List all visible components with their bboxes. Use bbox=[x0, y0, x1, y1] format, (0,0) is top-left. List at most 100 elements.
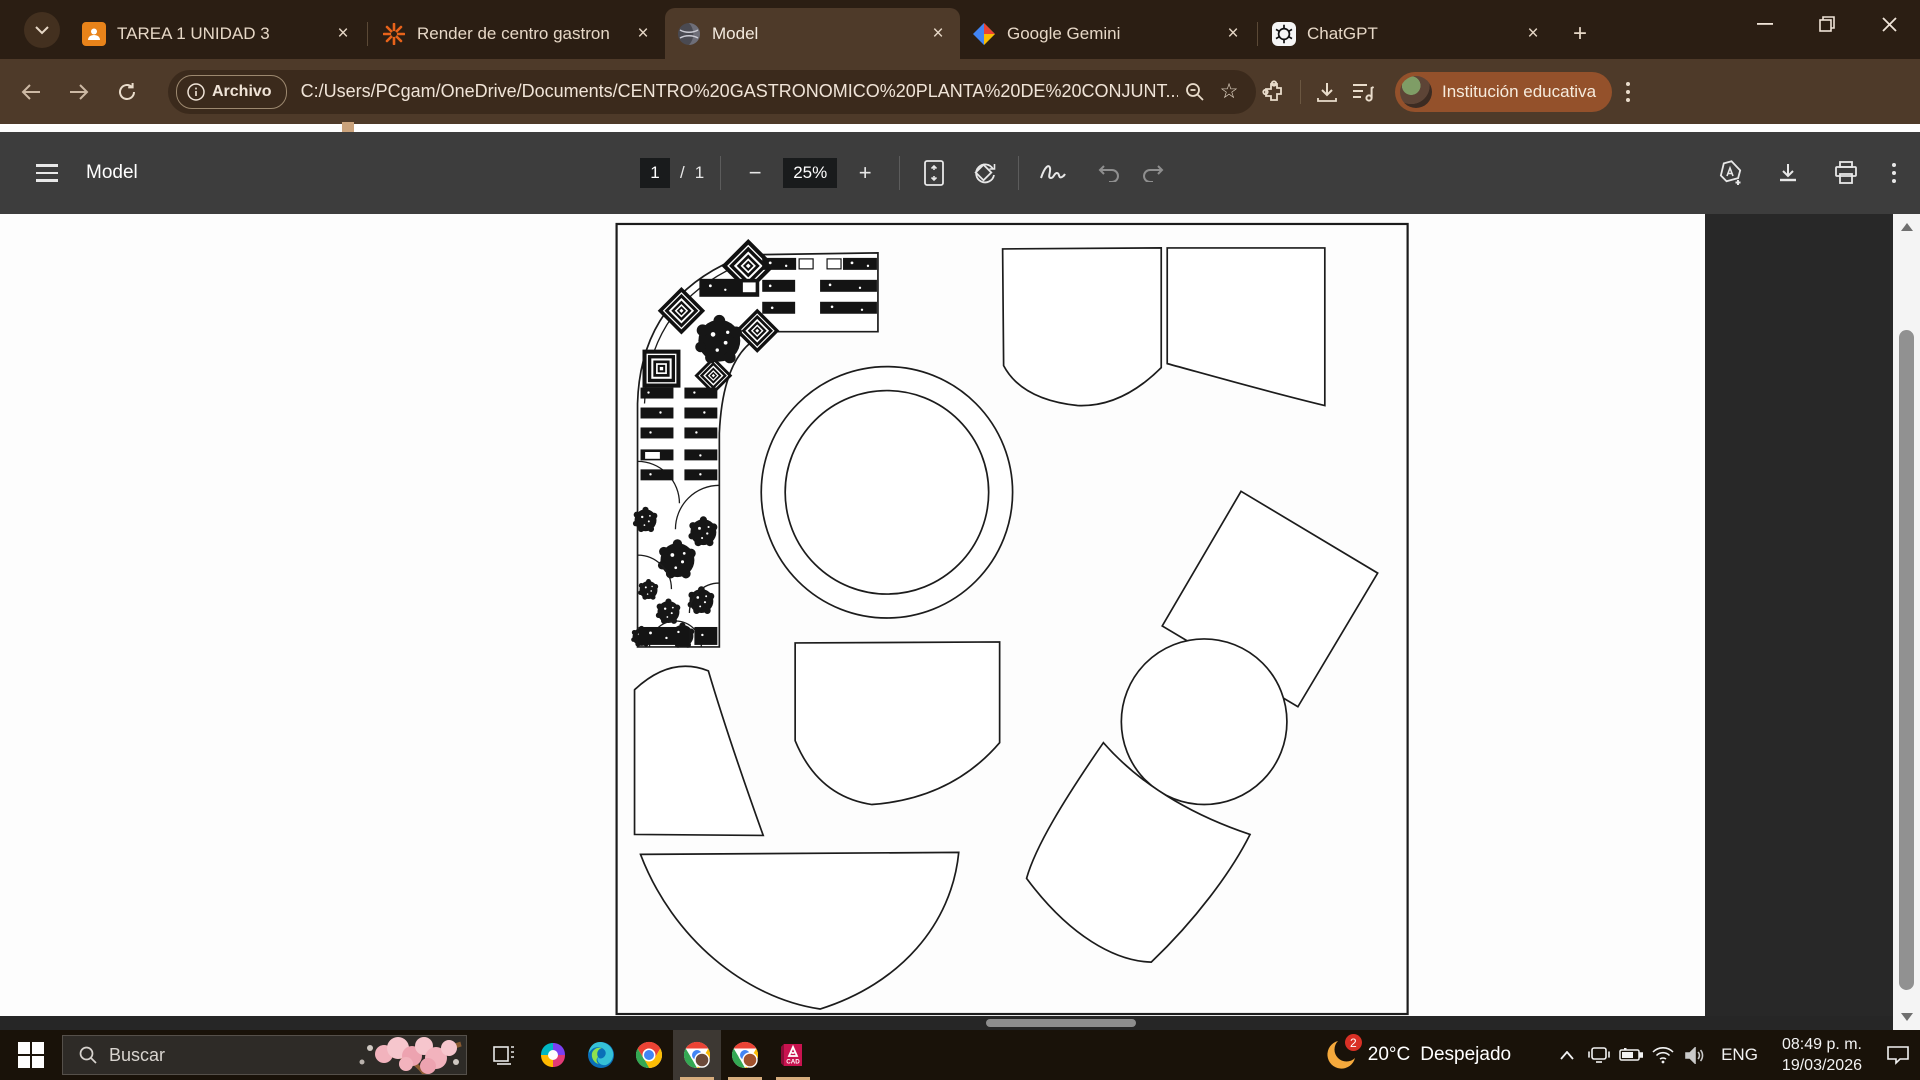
chip-label: Archivo bbox=[212, 83, 272, 101]
gemini-icon bbox=[972, 22, 996, 46]
tab-search-button[interactable] bbox=[24, 12, 60, 48]
sail-module bbox=[635, 666, 764, 835]
downloads-icon[interactable] bbox=[1309, 74, 1345, 110]
tab-tarea[interactable]: TAREA 1 UNIDAD 3 × bbox=[70, 13, 365, 55]
close-tab-icon[interactable]: × bbox=[631, 22, 655, 46]
chrome-icon[interactable] bbox=[625, 1030, 673, 1080]
close-tab-icon[interactable]: × bbox=[1521, 22, 1545, 46]
zoom-in-button[interactable]: + bbox=[847, 155, 883, 191]
autocad-icon[interactable]: CAD bbox=[769, 1030, 817, 1080]
close-tab-icon[interactable]: × bbox=[926, 22, 950, 46]
moon-icon: 2 bbox=[1324, 1038, 1358, 1072]
file-scheme-chip[interactable]: Archivo bbox=[176, 75, 287, 109]
circle-module bbox=[1121, 639, 1287, 805]
cast-screen-icon[interactable] bbox=[1583, 1030, 1615, 1080]
rotate-button[interactable] bbox=[966, 155, 1002, 191]
notification-center-icon[interactable] bbox=[1876, 1030, 1920, 1080]
tray-chevron-icon[interactable] bbox=[1551, 1030, 1583, 1080]
blossom-art bbox=[316, 1036, 466, 1075]
back-button[interactable] bbox=[14, 75, 48, 109]
browser-menu-icon[interactable] bbox=[1626, 82, 1630, 102]
print-button[interactable] bbox=[1828, 155, 1864, 191]
pdf-page[interactable] bbox=[0, 214, 1705, 1016]
volume-icon[interactable] bbox=[1679, 1030, 1711, 1080]
copilot-icon[interactable] bbox=[529, 1030, 577, 1080]
avatar bbox=[1400, 76, 1432, 108]
scroll-up-arrow[interactable] bbox=[1893, 214, 1920, 240]
weather-widget[interactable]: 2 20°C Despejado bbox=[1324, 1038, 1511, 1072]
tab-label: ChatGPT bbox=[1307, 24, 1521, 44]
reload-button[interactable] bbox=[110, 75, 144, 109]
vertical-scroll-thumb[interactable] bbox=[1899, 330, 1914, 990]
page-edge-mark bbox=[342, 122, 354, 132]
new-tab-button[interactable]: + bbox=[1563, 17, 1597, 51]
pdf-more-menu-icon[interactable] bbox=[1892, 163, 1896, 183]
battery-icon[interactable] bbox=[1615, 1030, 1647, 1080]
chatgpt-icon bbox=[1272, 22, 1296, 46]
profile-label: Institución educativa bbox=[1442, 82, 1596, 102]
cad-floor-plan bbox=[0, 214, 1705, 1016]
horizontal-scroll-thumb[interactable] bbox=[986, 1019, 1136, 1027]
address-bar[interactable]: Archivo C:/Users/PCgam/OneDrive/Document… bbox=[168, 70, 1256, 114]
close-tab-icon[interactable]: × bbox=[1221, 22, 1245, 46]
vertical-scrollbar[interactable] bbox=[1893, 214, 1920, 1030]
undo-button[interactable] bbox=[1091, 155, 1127, 191]
toolbar-divider bbox=[1300, 80, 1301, 104]
chrome-profile1-active[interactable] bbox=[673, 1030, 721, 1080]
add-text-annotation-button[interactable] bbox=[1712, 155, 1748, 191]
page-number-input[interactable]: 1 bbox=[640, 158, 670, 188]
tab-gemini[interactable]: Google Gemini × bbox=[960, 13, 1255, 55]
window-controls bbox=[1734, 0, 1920, 48]
url-text[interactable]: C:/Users/PCgam/OneDrive/Documents/CENTRO… bbox=[301, 81, 1178, 102]
tab-label: TAREA 1 UNIDAD 3 bbox=[117, 24, 331, 44]
download-pdf-button[interactable] bbox=[1770, 155, 1806, 191]
extensions-icon[interactable] bbox=[1256, 74, 1292, 110]
wifi-icon[interactable] bbox=[1647, 1030, 1679, 1080]
close-window-button[interactable] bbox=[1858, 0, 1920, 48]
edge-icon[interactable] bbox=[577, 1030, 625, 1080]
fit-page-button[interactable] bbox=[916, 155, 952, 191]
close-tab-icon[interactable]: × bbox=[331, 22, 355, 46]
bookmark-star-icon[interactable]: ☆ bbox=[1212, 75, 1246, 109]
language-indicator[interactable]: ENG bbox=[1721, 1045, 1758, 1065]
scroll-down-arrow[interactable] bbox=[1893, 1004, 1920, 1030]
page-total: 1 bbox=[695, 163, 704, 183]
restore-button[interactable] bbox=[1796, 0, 1858, 48]
pdf-toolbar-right bbox=[1712, 132, 1902, 214]
sphere-icon bbox=[677, 22, 701, 46]
taskbar-clock[interactable]: 08:49 p. m. 19/03/2026 bbox=[1782, 1034, 1862, 1076]
start-button[interactable] bbox=[0, 1030, 62, 1080]
pdf-menu-icon[interactable] bbox=[36, 164, 58, 182]
tab-label: Google Gemini bbox=[1007, 24, 1221, 44]
pdf-title: Model bbox=[86, 162, 138, 184]
reading-list-icon[interactable] bbox=[1345, 74, 1381, 110]
minimize-button[interactable] bbox=[1734, 0, 1796, 48]
forward-button[interactable] bbox=[62, 75, 96, 109]
profile-button[interactable]: Institución educativa bbox=[1395, 72, 1612, 112]
tab-render[interactable]: Render de centro gastron × bbox=[370, 13, 665, 55]
chevron-down-icon bbox=[35, 26, 49, 35]
tab-chatgpt[interactable]: ChatGPT × bbox=[1260, 13, 1555, 55]
task-view-button[interactable] bbox=[481, 1030, 529, 1080]
central-shield-module bbox=[795, 642, 999, 805]
zoom-page-icon[interactable] bbox=[1178, 75, 1212, 109]
tab-label: Render de centro gastron bbox=[417, 24, 631, 44]
tab-model-active[interactable]: Model × bbox=[665, 8, 960, 59]
draw-annotation-button[interactable] bbox=[1035, 155, 1071, 191]
zoom-out-button[interactable]: − bbox=[737, 155, 773, 191]
pdf-controls: 1 / 1 − 25% + bbox=[640, 132, 1171, 214]
weather-temp: 20°C bbox=[1368, 1044, 1410, 1066]
taskbar-tray: 2 20°C Despejado ENG 08:49 p. m bbox=[1324, 1030, 1920, 1080]
search-input[interactable]: Buscar bbox=[62, 1035, 467, 1075]
viewer-background bbox=[1705, 214, 1893, 1030]
zoom-level-input[interactable]: 25% bbox=[783, 158, 837, 188]
page-separator: / bbox=[680, 163, 685, 183]
horizontal-scrollbar[interactable] bbox=[0, 1016, 1893, 1030]
svg-text:CAD: CAD bbox=[786, 1059, 800, 1066]
redo-button[interactable] bbox=[1135, 155, 1171, 191]
chrome-profile2[interactable] bbox=[721, 1030, 769, 1080]
tab-strip: TAREA 1 UNIDAD 3 × Render de centro gast… bbox=[70, 8, 1597, 59]
desktop-screen: TAREA 1 UNIDAD 3 × Render de centro gast… bbox=[0, 0, 1920, 1080]
bowl-module bbox=[641, 852, 959, 1009]
windows-taskbar: Buscar bbox=[0, 1030, 1920, 1080]
